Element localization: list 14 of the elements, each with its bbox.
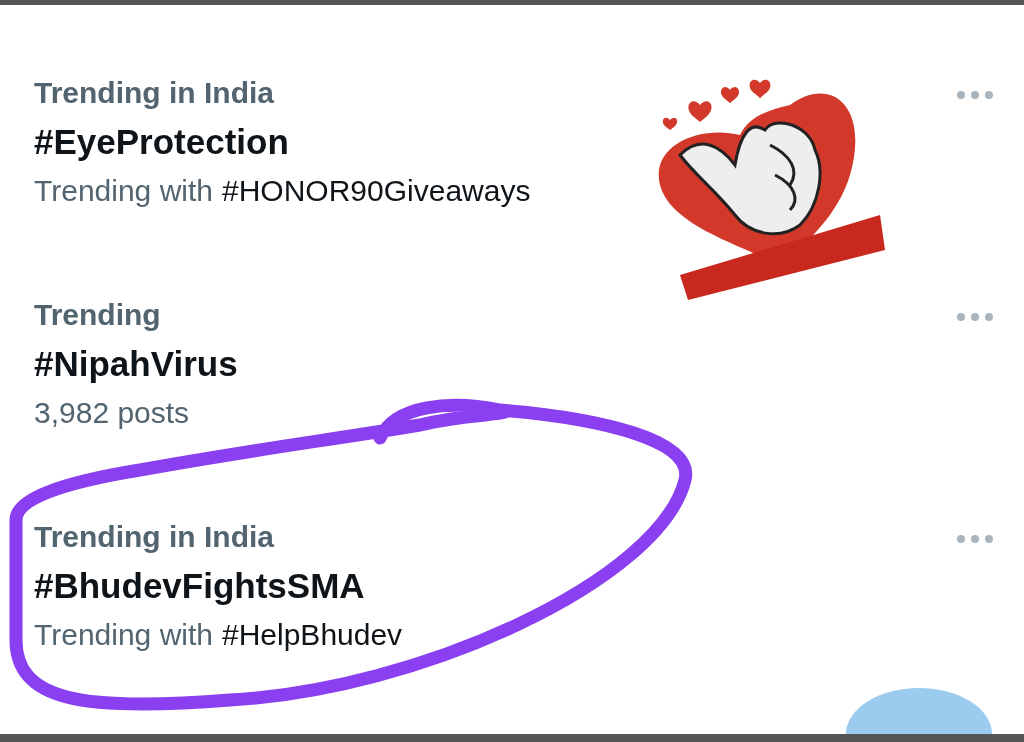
trend-category: Trending in India (34, 519, 275, 555)
trend-context: Trending with (34, 617, 213, 653)
trend-context: 3,982 posts (34, 395, 190, 431)
more-options-icon[interactable] (956, 534, 994, 544)
related-hashtag[interactable]: #HONOR90Giveaways (222, 173, 531, 209)
trend-hashtag[interactable]: #BhudevFightsSMA (34, 565, 403, 607)
more-options-icon[interactable] (956, 90, 994, 100)
trend-hashtag[interactable]: #NipahVirus (34, 343, 238, 385)
trend-category: Trending (34, 297, 162, 333)
related-hashtag[interactable]: #HelpBhudev (222, 617, 403, 653)
trend-category: Trending in India (34, 75, 275, 111)
trend-hashtag[interactable]: #EyeProtection (34, 121, 531, 163)
more-options-icon[interactable] (956, 312, 994, 322)
trend-context: Trending with (34, 173, 213, 209)
